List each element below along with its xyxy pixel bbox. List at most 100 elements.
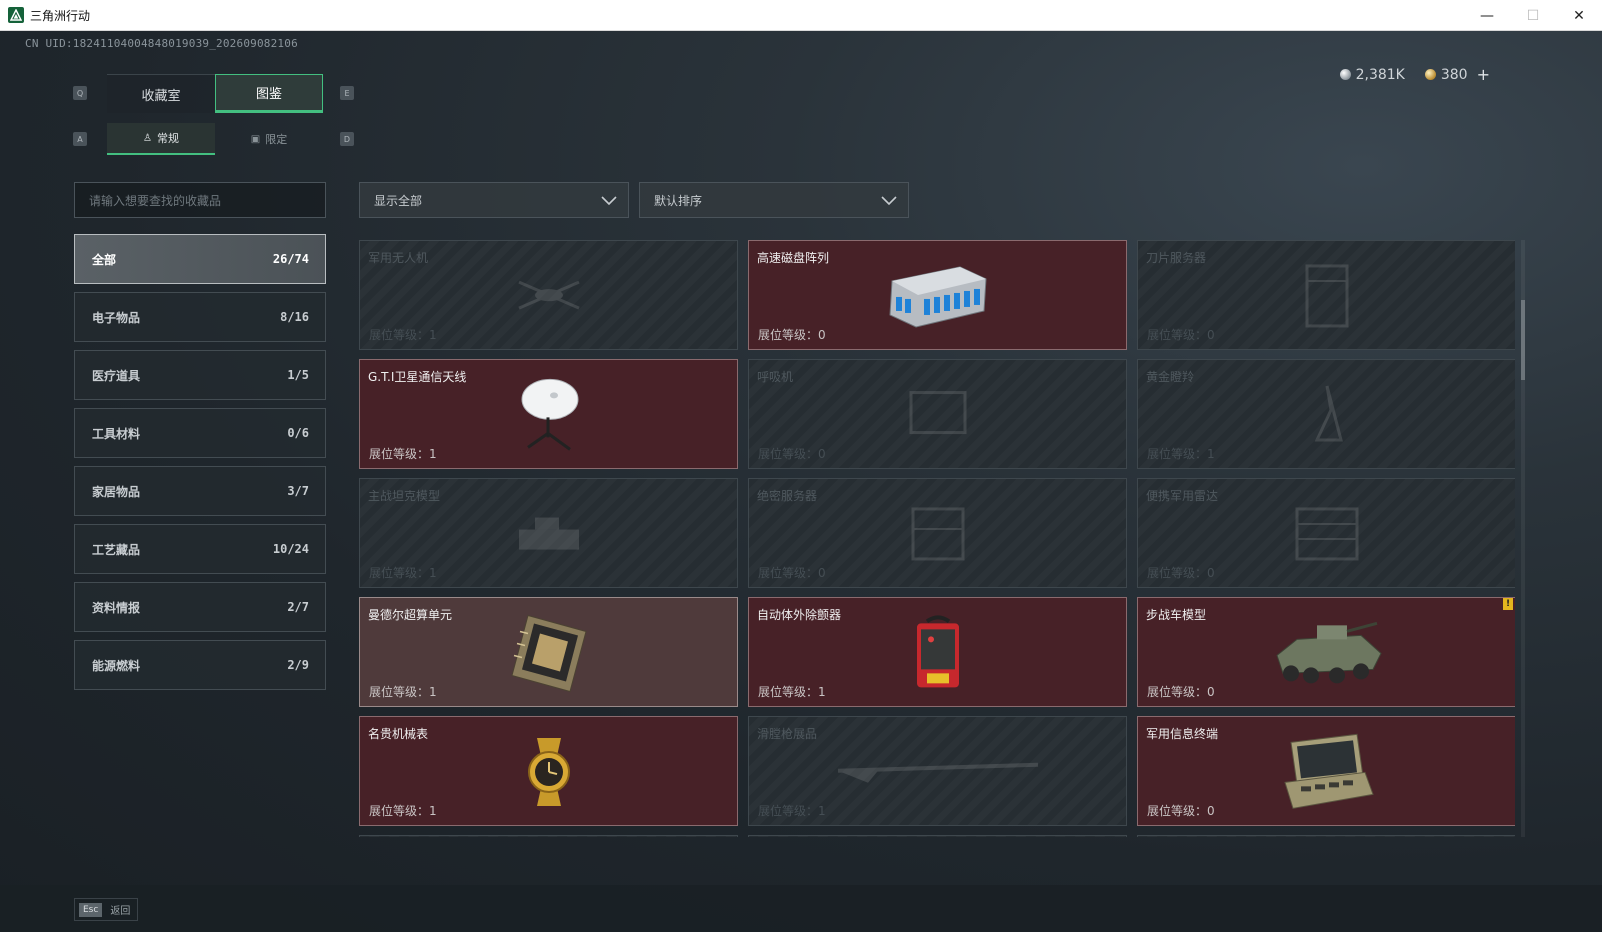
booth-level-prefix: 展位等级： — [369, 804, 430, 818]
sort-dropdown[interactable]: 默认排序 — [639, 182, 909, 218]
minimize-button[interactable]: — — [1464, 0, 1510, 31]
cpu-unit-icon — [506, 612, 592, 700]
gold-amount: 380 — [1440, 66, 1468, 83]
window-titlebar: 三角洲行动 — ☐ ✕ — [0, 0, 1602, 31]
window-title: 三角洲行动 — [30, 8, 91, 23]
collectible-name: 自动体外除颤器 — [757, 608, 842, 622]
satellite-dish-icon — [514, 375, 584, 459]
search-input[interactable]: 请输入想要查找的收藏品 — [74, 182, 326, 218]
category-label: 全部 — [92, 252, 117, 267]
booth-level-prefix: 展位等级： — [1147, 447, 1208, 461]
server-icon — [903, 499, 973, 573]
booth-level: 展位等级：0 — [1147, 683, 1215, 700]
terminal-icon — [1277, 732, 1377, 816]
sub-tabs: ♙ 常规 ▣ 限定 — [107, 123, 323, 155]
key-hint-e: E — [340, 86, 354, 100]
booth-level-value: 0 — [818, 328, 826, 342]
collectible-card[interactable]: 刀片服务器 展位等级：0 — [1137, 240, 1515, 350]
category-count: 26/74 — [272, 252, 309, 266]
booth-level-value: 1 — [429, 685, 437, 699]
collectible-card[interactable]: 主战坦克模型 展位等级：1 — [359, 478, 738, 588]
booth-level-prefix: 展位等级： — [1147, 328, 1208, 342]
silver-currency: 2,381K — [1339, 66, 1405, 83]
chevron-down-icon — [601, 196, 617, 206]
booth-level-prefix: 展位等级： — [758, 685, 819, 699]
collectible-card[interactable]: 自动体外除颤器 展位等级：1 — [748, 597, 1127, 707]
collectible-card[interactable]: 步战车模型展位等级：0! — [1137, 597, 1515, 707]
category-energy[interactable]: 能源燃料 2/9 — [74, 640, 326, 690]
collectible-name: 呼吸机 — [757, 370, 794, 384]
maximize-button[interactable]: ☐ — [1510, 0, 1556, 31]
musket-icon — [828, 751, 1048, 795]
gold-coin-icon — [1424, 69, 1436, 80]
collectible-name: 黄金瞪羚 — [1146, 370, 1195, 384]
tank-model-icon — [509, 504, 589, 568]
tab-limited[interactable]: ▣ 限定 — [215, 123, 323, 155]
collectible-card[interactable] — [359, 835, 738, 837]
back-button[interactable]: Esc 返回 — [74, 898, 139, 921]
main-tabs: 收藏室 图鉴 — [107, 74, 323, 113]
collection-grid: 军用无人机 展位等级：1 高速磁盘阵列 展位等级：0 刀片服务器 展位等级：0 G.T.I卫… — [359, 240, 1515, 837]
category-medical[interactable]: 医疗道具 1/5 — [74, 350, 326, 400]
tab-collection-room[interactable]: 收藏室 — [107, 74, 215, 113]
collectible-card[interactable]: 军用无人机展位等级：1 — [359, 240, 738, 350]
booth-level: 展位等级：1 — [369, 326, 437, 343]
category-label: 能源燃料 — [92, 658, 141, 673]
category-list: 全部 26/74 电子物品 8/16 医疗道具 1/5 工具材料 0/6 家居物… — [74, 234, 326, 698]
booth-level: 展位等级：1 — [369, 564, 437, 581]
booth-level: 展位等级：0 — [1147, 326, 1215, 343]
grid-scrollbar[interactable] — [1521, 240, 1525, 837]
silver-coin-icon — [1339, 69, 1351, 80]
booth-level-value: 0 — [1207, 566, 1215, 580]
game-view: CN UID:18241104004848019039_202609082106… — [0, 31, 1602, 932]
new-badge: ! — [1503, 598, 1513, 610]
category-electronics[interactable]: 电子物品 8/16 — [74, 292, 326, 342]
image-icon: ▣ — [250, 133, 261, 145]
ifv-model-icon — [1267, 613, 1387, 697]
collectible-card[interactable]: 绝密服务器 展位等级：0 — [748, 478, 1127, 588]
collectible-card[interactable]: 名贵机械表 展位等级：1 — [359, 716, 738, 826]
collectible-card[interactable]: 高速磁盘阵列 展位等级：0 — [748, 240, 1127, 350]
booth-level: 展位等级：1 — [369, 683, 437, 700]
collectible-card[interactable]: 军用信息终端 展位等级：0 — [1137, 716, 1515, 826]
collectible-card[interactable]: G.T.I卫星通信天线 展位等级：1 — [359, 359, 738, 469]
booth-level-value: 1 — [429, 566, 437, 580]
collectible-card[interactable]: 呼吸机 展位等级：0 — [748, 359, 1127, 469]
category-intel[interactable]: 资料情报 2/7 — [74, 582, 326, 632]
category-crafts[interactable]: 工艺藏品 10/24 — [74, 524, 326, 574]
booth-level-prefix: 展位等级： — [369, 447, 430, 461]
booth-level: 展位等级：1 — [758, 683, 826, 700]
disk-array-icon — [886, 261, 990, 335]
booth-level-value: 0 — [1207, 328, 1215, 342]
booth-level: 展位等级：0 — [758, 564, 826, 581]
collectible-card[interactable]: 便携军用雷达 展位等级：0 — [1137, 478, 1515, 588]
collectible-card[interactable]: 黄金瞪羚 展位等级：1 — [1137, 359, 1515, 469]
filter-dropdown[interactable]: 显示全部 — [359, 182, 629, 218]
category-household[interactable]: 家居物品 3/7 — [74, 466, 326, 516]
radar-icon — [1287, 499, 1367, 573]
blade-server-icon — [1302, 261, 1352, 335]
collectible-card[interactable]: 曼德尔超算单元 展位等级：1 — [359, 597, 738, 707]
key-hint-d: D — [340, 132, 354, 146]
category-all[interactable]: 全部 26/74 — [74, 234, 326, 284]
booth-level-prefix: 展位等级： — [1147, 804, 1208, 818]
collectible-card[interactable] — [748, 835, 1127, 837]
category-count: 2/7 — [287, 600, 309, 614]
scrollbar-thumb[interactable] — [1521, 300, 1525, 380]
booth-level: 展位等级：0 — [758, 326, 826, 343]
booth-level: 展位等级：1 — [369, 445, 437, 462]
booth-level: 展位等级：1 — [758, 802, 826, 819]
collectible-name: 曼德尔超算单元 — [368, 608, 453, 622]
close-button[interactable]: ✕ — [1556, 0, 1602, 31]
silver-amount: 2,381K — [1355, 66, 1405, 83]
category-tools[interactable]: 工具材料 0/6 — [74, 408, 326, 458]
add-currency-button[interactable]: + — [1477, 65, 1490, 84]
collectible-name: 步战车模型 — [1146, 608, 1207, 622]
collectible-name: 滑膛枪展品 — [757, 727, 818, 741]
tab-catalog[interactable]: 图鉴 — [215, 74, 323, 113]
tab-regular[interactable]: ♙ 常规 — [107, 123, 215, 155]
collectible-card[interactable] — [1137, 835, 1515, 837]
collectible-card[interactable]: 滑膛枪展品展位等级：1 — [748, 716, 1127, 826]
collectible-name: 军用无人机 — [368, 251, 429, 265]
booth-level-value: 0 — [818, 566, 826, 580]
